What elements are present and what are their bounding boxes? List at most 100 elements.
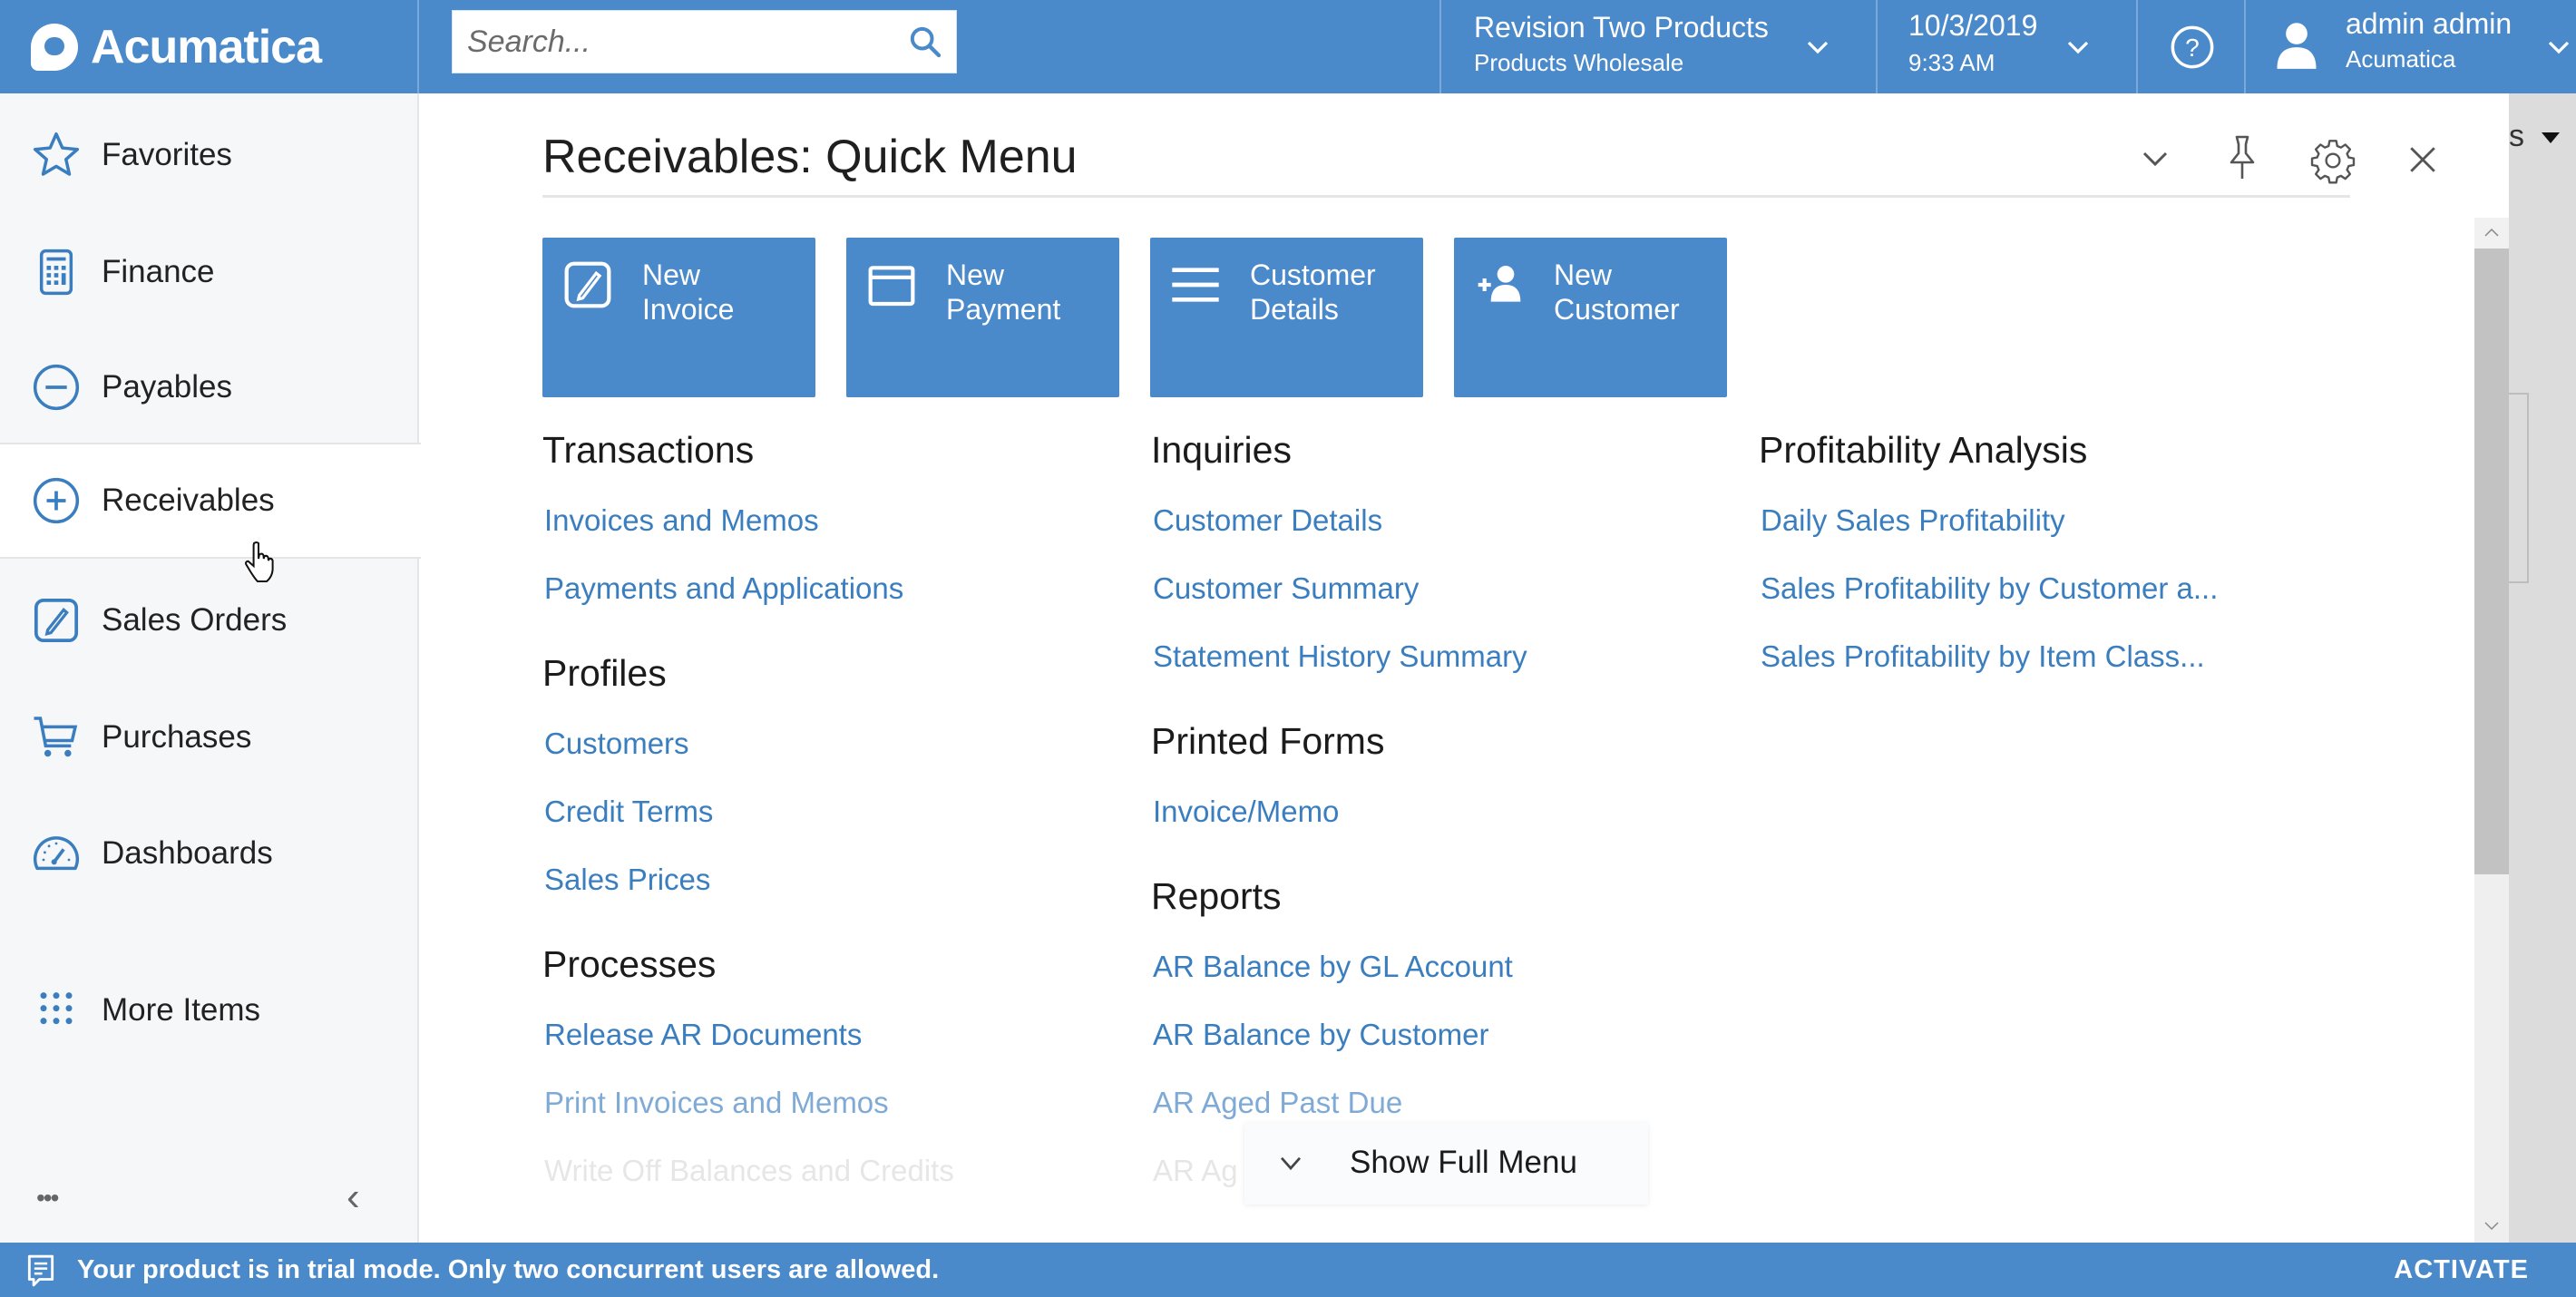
branch-name: Products Wholesale — [1474, 49, 1684, 76]
message-icon — [27, 1254, 54, 1287]
sidebar-item-more-items[interactable]: More Items — [0, 956, 419, 1065]
sidebar-item-label: Finance — [102, 254, 215, 289]
sidebar-item-payables[interactable]: Payables — [0, 333, 419, 442]
sidebar-item-label: More Items — [102, 992, 261, 1028]
show-full-menu-button[interactable]: Show Full Menu — [1244, 1123, 1648, 1204]
gauge-icon — [33, 836, 80, 871]
link-statement-history-summary[interactable]: Statement History Summary — [1153, 639, 1527, 674]
link-customer-summary[interactable]: Customer Summary — [1153, 571, 1419, 606]
link-invoices-and-memos[interactable]: Invoices and Memos — [544, 503, 819, 538]
pin-icon[interactable] — [2224, 133, 2260, 180]
sidebar-item-finance[interactable]: Finance — [0, 218, 419, 327]
link-ar-balance-by-customer[interactable]: AR Balance by Customer — [1153, 1018, 1489, 1052]
tenant-name: Acumatica — [2346, 45, 2456, 73]
tile-new-customer[interactable]: New Customer — [1454, 238, 1727, 397]
tile-label: New Payment — [946, 258, 1061, 326]
edit-icon — [564, 261, 611, 308]
sidebar-item-label: Purchases — [102, 719, 252, 755]
help-button[interactable]: ? — [2136, 0, 2244, 93]
tile-new-invoice[interactable]: New Invoice — [542, 238, 815, 397]
link-sales-profitability-by-item-class[interactable]: Sales Profitability by Item Class... — [1761, 639, 2205, 674]
link-payments-and-applications[interactable]: Payments and Applications — [544, 571, 903, 606]
logo[interactable]: Acumatica — [0, 0, 419, 93]
sidebar-item-label: Favorites — [102, 137, 232, 172]
sidebar-item-dashboards[interactable]: Dashboards — [0, 799, 419, 908]
scroll-up-button[interactable] — [2474, 218, 2509, 249]
link-invoice-memo[interactable]: Invoice/Memo — [1153, 795, 1339, 829]
user-menu[interactable]: admin admin Acumatica — [2244, 0, 2576, 93]
link-customers[interactable]: Customers — [544, 727, 689, 761]
star-icon — [33, 132, 80, 176]
tile-label: New Customer — [1554, 258, 1680, 326]
sidebar-item-receivables[interactable]: Receivables — [0, 443, 423, 559]
chevron-down-icon — [1807, 41, 1829, 54]
link-customer-details[interactable]: Customer Details — [1153, 503, 1382, 538]
cart-icon — [34, 717, 78, 757]
panel-scrollbar[interactable] — [2474, 218, 2509, 1243]
chevron-down-icon — [2548, 41, 2570, 54]
scroll-thumb[interactable] — [2474, 249, 2509, 874]
sidebar-item-label: Payables — [102, 369, 232, 405]
background-page: s — [2509, 93, 2576, 1243]
user-name: admin admin — [2346, 7, 2513, 40]
scroll-down-button[interactable] — [2474, 1212, 2509, 1243]
top-bar: Acumatica Revision Two Products Products… — [0, 0, 2576, 93]
sidebar-item-label: Receivables — [102, 483, 275, 518]
business-date-selector[interactable]: 10/3/2019 9:33 AM — [1876, 0, 2136, 93]
sidebar: Favorites Finance Payables Receivables S… — [0, 93, 423, 1243]
status-bar: Your product is in trial mode. Only two … — [0, 1243, 2576, 1297]
section-heading-transactions: Transactions — [542, 429, 755, 471]
chevron-up-icon — [2484, 228, 2499, 237]
add-user-icon — [1478, 266, 1521, 302]
hand-cursor-icon — [245, 541, 274, 582]
link-release-ar-documents[interactable]: Release AR Documents — [544, 1018, 862, 1052]
business-time: 9:33 AM — [1908, 49, 1995, 76]
quick-menu-panel: Receivables: Quick Menu New Invoice New Pa… — [421, 93, 2507, 1243]
link-write-off-balances-and-credits[interactable]: Write Off Balances and Credits — [544, 1154, 954, 1188]
link-credit-terms[interactable]: Credit Terms — [544, 795, 713, 829]
caret-down-icon[interactable] — [2542, 132, 2560, 144]
svg-text:?: ? — [2185, 34, 2200, 62]
card-icon — [868, 266, 915, 307]
link-ar-aged-past-due[interactable]: AR Aged Past Due — [1153, 1086, 1402, 1120]
chevron-down-icon — [1280, 1156, 1302, 1171]
sidebar-item-sales-orders[interactable]: Sales Orders — [0, 566, 419, 675]
user-icon — [2277, 23, 2317, 69]
search-input[interactable] — [453, 11, 888, 73]
tile-customer-details[interactable]: Customer Details — [1150, 238, 1423, 397]
background-page-panel — [2509, 393, 2529, 583]
title-divider — [542, 195, 2350, 198]
section-heading-reports: Reports — [1151, 875, 1282, 917]
list-icon — [1172, 268, 1219, 302]
sidebar-more-options-button[interactable]: ••• — [36, 1184, 59, 1213]
section-heading-profiles: Profiles — [542, 652, 667, 694]
company-branch-selector[interactable]: Revision Two Products Products Wholesale — [1439, 0, 1876, 93]
link-ar-balance-by-gl-account[interactable]: AR Balance by GL Account — [1153, 950, 1513, 984]
link-print-invoices-and-memos[interactable]: Print Invoices and Memos — [544, 1086, 889, 1120]
sidebar-item-favorites[interactable]: Favorites — [0, 101, 419, 210]
calculator-icon — [39, 249, 73, 296]
sidebar-item-label: Dashboards — [102, 835, 273, 871]
tile-new-payment[interactable]: New Payment — [846, 238, 1119, 397]
search-box[interactable] — [452, 10, 957, 73]
chevron-down-icon[interactable] — [2139, 142, 2171, 175]
sidebar-collapse-button[interactable]: ‹ — [346, 1175, 360, 1220]
sidebar-item-purchases[interactable]: Purchases — [0, 683, 419, 792]
chevron-down-icon — [2067, 41, 2089, 54]
activate-button[interactable]: ACTIVATE — [2394, 1255, 2529, 1285]
close-icon[interactable] — [2407, 144, 2438, 175]
tile-label: New Invoice — [642, 258, 735, 326]
page-title: Receivables: Quick Menu — [542, 131, 1078, 183]
link-sales-profitability-by-customer[interactable]: Sales Profitability by Customer a... — [1761, 571, 2218, 606]
section-heading-processes: Processes — [542, 943, 717, 985]
link-daily-sales-profitability[interactable]: Daily Sales Profitability — [1761, 503, 2065, 538]
search-icon[interactable] — [907, 24, 943, 60]
gear-icon[interactable] — [2309, 137, 2356, 184]
sidebar-item-label: Sales Orders — [102, 602, 288, 638]
link-ar-aged-truncated[interactable]: AR Ag — [1153, 1154, 1238, 1188]
link-sales-prices[interactable]: Sales Prices — [544, 863, 710, 897]
background-page-text: s — [2509, 119, 2524, 153]
section-heading-profitability-analysis: Profitability Analysis — [1759, 429, 2088, 471]
section-heading-printed-forms: Printed Forms — [1151, 720, 1385, 762]
logo-text: Acumatica — [91, 20, 322, 73]
